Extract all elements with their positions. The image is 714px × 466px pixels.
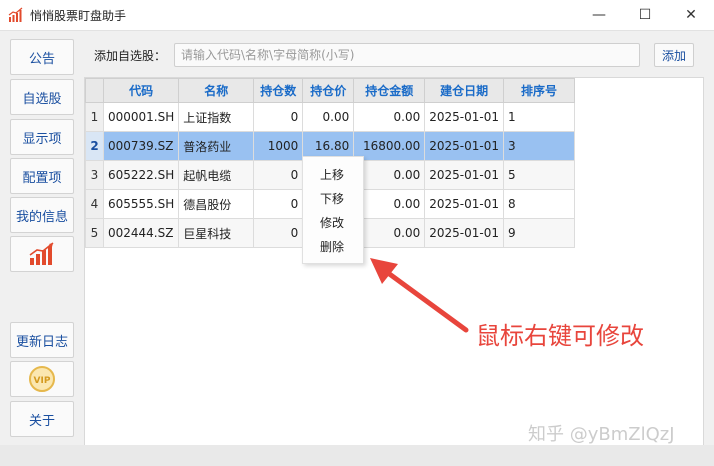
sidebar-item-label: 关于 bbox=[28, 413, 55, 429]
vip-icon: VIP bbox=[29, 366, 55, 392]
search-input[interactable]: 请输入代码\名称\字母简称(小写) bbox=[174, 43, 640, 67]
annotation-arrow-icon bbox=[370, 258, 469, 333]
title-bar: 悄悄股票盯盘助手 — ☐ ✕ bbox=[0, 0, 714, 30]
add-button[interactable]: 添加 bbox=[654, 43, 694, 67]
cell-price[interactable]: 0.00 bbox=[302, 102, 355, 132]
cell-date[interactable]: 2025-01-01 bbox=[424, 131, 505, 161]
menu-item-move-down[interactable]: 下移 bbox=[303, 187, 363, 211]
status-bar bbox=[0, 445, 714, 466]
sidebar-item-label: 我的信息 bbox=[15, 209, 68, 225]
menu-item-move-up[interactable]: 上移 bbox=[303, 163, 363, 187]
cell-code[interactable]: 605555.SH bbox=[102, 189, 180, 219]
cell-name[interactable]: 德昌股份 bbox=[178, 189, 255, 219]
cell-quantity[interactable]: 0 bbox=[253, 102, 304, 132]
sidebar-item-my-info[interactable]: 我的信息 bbox=[10, 197, 74, 233]
row-index: 1 bbox=[85, 102, 104, 132]
vip-button[interactable]: VIP bbox=[10, 361, 74, 397]
cell-amount[interactable]: 0.00 bbox=[353, 160, 426, 190]
cell-date[interactable]: 2025-01-01 bbox=[424, 160, 505, 190]
cell-order[interactable]: 8 bbox=[503, 189, 576, 219]
sidebar-item-label: 自选股 bbox=[22, 91, 62, 107]
cell-quantity[interactable]: 1000 bbox=[253, 131, 304, 161]
context-menu: 上移 下移 修改 删除 bbox=[302, 156, 364, 264]
cell-code[interactable]: 002444.SZ bbox=[102, 218, 180, 248]
menu-item-edit[interactable]: 修改 bbox=[303, 211, 363, 235]
cell-name[interactable]: 上证指数 bbox=[178, 102, 255, 132]
cell-order[interactable]: 5 bbox=[503, 160, 576, 190]
minimize-button[interactable]: — bbox=[576, 0, 622, 30]
chart-bars-icon bbox=[29, 242, 54, 265]
sidebar-item-watchlist[interactable]: 自选股 bbox=[10, 79, 74, 115]
watermark: 知乎 @yBmZlQzJ bbox=[528, 424, 675, 445]
cell-quantity[interactable]: 0 bbox=[253, 160, 304, 190]
cell-code[interactable]: 605222.SH bbox=[102, 160, 180, 190]
cell-order[interactable]: 9 bbox=[503, 218, 576, 248]
sidebar-item-announcement[interactable]: 公告 bbox=[10, 39, 74, 75]
add-watchlist-bar: 添加自选股： 请输入代码\名称\字母简称(小写) 添加 bbox=[84, 39, 704, 69]
column-header[interactable]: 持仓金额 bbox=[353, 78, 426, 103]
sidebar-item-label: 更新日志 bbox=[15, 334, 68, 350]
column-header[interactable]: 代码 bbox=[102, 78, 180, 103]
sidebar-item-config[interactable]: 配置项 bbox=[10, 158, 74, 194]
cell-amount[interactable]: 0.00 bbox=[353, 102, 426, 132]
table-header-row: 代码 名称 持仓数 持仓价 持仓金额 建仓日期 排序号 bbox=[85, 78, 576, 103]
annotation-text: 鼠标右键可修改 bbox=[476, 322, 644, 350]
corner-header bbox=[85, 78, 104, 103]
table-row[interactable]: 1 000001.SH 上证指数 0 0.00 0.00 2025-01-01 … bbox=[85, 102, 576, 132]
row-index: 3 bbox=[85, 160, 104, 190]
column-header[interactable]: 排序号 bbox=[503, 78, 576, 103]
column-header[interactable]: 持仓价 bbox=[302, 78, 355, 103]
about-button[interactable]: 关于 bbox=[10, 401, 74, 437]
vip-text: VIP bbox=[34, 376, 51, 386]
cell-quantity[interactable]: 0 bbox=[253, 189, 304, 219]
window-title: 悄悄股票盯盘助手 bbox=[30, 8, 127, 23]
column-header[interactable]: 名称 bbox=[178, 78, 255, 103]
cell-date[interactable]: 2025-01-01 bbox=[424, 102, 505, 132]
cell-name[interactable]: 普洛药业 bbox=[178, 131, 255, 161]
cell-order[interactable]: 1 bbox=[503, 102, 576, 132]
close-button[interactable]: ✕ bbox=[668, 0, 714, 30]
cell-amount[interactable]: 16800.00 bbox=[353, 131, 426, 161]
cell-name[interactable]: 起帆电缆 bbox=[178, 160, 255, 190]
row-index: 4 bbox=[85, 189, 104, 219]
row-index: 5 bbox=[85, 218, 104, 248]
add-watchlist-label: 添加自选股： bbox=[94, 49, 167, 63]
menu-item-delete[interactable]: 删除 bbox=[303, 235, 363, 259]
cell-code[interactable]: 000739.SZ bbox=[102, 131, 180, 161]
sidebar-item-label: 公告 bbox=[28, 51, 55, 67]
cell-date[interactable]: 2025-01-01 bbox=[424, 218, 505, 248]
cell-amount[interactable]: 0.00 bbox=[353, 218, 426, 248]
update-log-button[interactable]: 更新日志 bbox=[10, 322, 74, 358]
app-chart-icon bbox=[8, 7, 23, 22]
column-header[interactable]: 持仓数 bbox=[253, 78, 304, 103]
sidebar-item-label: 配置项 bbox=[22, 170, 62, 186]
cell-date[interactable]: 2025-01-01 bbox=[424, 189, 505, 219]
cell-quantity[interactable]: 0 bbox=[253, 218, 304, 248]
column-header[interactable]: 建仓日期 bbox=[424, 78, 505, 103]
row-index: 2 bbox=[85, 131, 104, 161]
sidebar-item-display[interactable]: 显示项 bbox=[10, 119, 74, 155]
sidebar-chart-button[interactable] bbox=[10, 236, 74, 272]
cell-name[interactable]: 巨星科技 bbox=[178, 218, 255, 248]
sidebar-item-label: 显示项 bbox=[22, 131, 62, 147]
cell-order[interactable]: 3 bbox=[503, 131, 576, 161]
cell-code[interactable]: 000001.SH bbox=[102, 102, 180, 132]
cell-amount[interactable]: 0.00 bbox=[353, 189, 426, 219]
maximize-button[interactable]: ☐ bbox=[622, 0, 668, 30]
